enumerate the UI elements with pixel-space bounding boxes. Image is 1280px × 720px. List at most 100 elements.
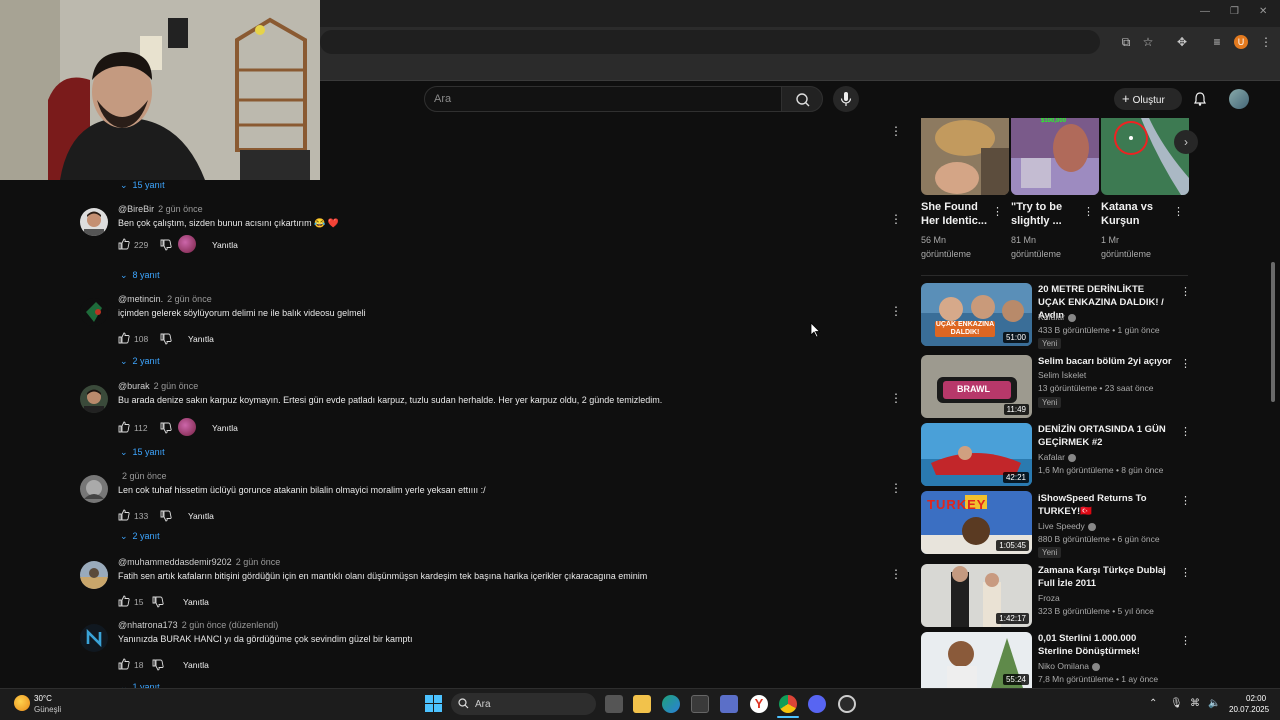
clock-time[interactable]: 02:00 xyxy=(1246,694,1266,703)
microphone-icon[interactable]: 🎙 xyxy=(1170,698,1183,709)
comment-author[interactable]: @muhammeddasdemir9202 2 gün önce xyxy=(118,557,280,567)
commenter-avatar[interactable] xyxy=(80,385,108,413)
video-thumbnail[interactable]: 42:21 xyxy=(921,423,1032,486)
more-options-icon[interactable]: ⋮ xyxy=(1180,566,1191,579)
file-explorer-icon[interactable] xyxy=(633,695,651,713)
more-options-icon[interactable]: ⋮ xyxy=(1180,285,1191,298)
notifications-bell-icon[interactable] xyxy=(1192,91,1208,107)
short-title[interactable]: "Try to be slightly ... xyxy=(1011,200,1081,228)
more-options-icon[interactable]: ⋮ xyxy=(1083,205,1094,218)
video-thumbnail[interactable]: UÇAK ENKAZINA DALDIK! 51:00 xyxy=(921,283,1032,346)
more-options-icon[interactable]: ⋮ xyxy=(1180,634,1191,647)
video-thumbnail[interactable]: BRAWL 11:49 xyxy=(921,355,1032,418)
dislike-icon[interactable] xyxy=(160,510,172,522)
dislike-icon[interactable] xyxy=(160,333,172,345)
more-options-icon[interactable]: ⋮ xyxy=(992,205,1003,218)
like-icon[interactable] xyxy=(118,509,130,521)
account-avatar[interactable] xyxy=(1229,89,1249,109)
page-scrollbar[interactable] xyxy=(1271,262,1275,402)
reply-button[interactable]: Yanıtla xyxy=(188,511,214,521)
short-thumbnail[interactable] xyxy=(921,118,1009,195)
browser-menu-icon[interactable]: ⋮ xyxy=(1258,34,1274,50)
bookmark-star-icon[interactable]: ☆ xyxy=(1140,34,1156,50)
video-title[interactable]: DENİZİN ORTASINDA 1 GÜN GEÇİRMEK #2 xyxy=(1038,423,1173,449)
channel-name[interactable]: Niko Omilana xyxy=(1038,661,1101,671)
more-options-icon[interactable]: ⋮ xyxy=(890,568,902,580)
windows-start-icon[interactable] xyxy=(425,695,442,712)
more-options-icon[interactable]: ⋮ xyxy=(1180,494,1191,507)
dislike-icon[interactable] xyxy=(160,239,172,251)
video-thumbnail[interactable]: 55:24 xyxy=(921,632,1032,688)
commenter-avatar[interactable] xyxy=(80,298,108,326)
like-icon[interactable] xyxy=(118,658,130,670)
comment-author[interactable]: @BireBir 2 gün önce xyxy=(118,204,203,214)
channel-name[interactable]: Selim İskelet xyxy=(1038,370,1086,380)
replies-toggle[interactable]: ⌄ 8 yanıt xyxy=(120,270,160,281)
dislike-icon[interactable] xyxy=(160,422,172,434)
more-options-icon[interactable]: ⋮ xyxy=(1180,425,1191,438)
dislike-icon[interactable] xyxy=(152,596,164,608)
taskbar-search-input[interactable] xyxy=(451,693,596,715)
comment-author[interactable]: @burak 2 gün önce xyxy=(118,381,198,391)
channel-name[interactable]: Kafalar xyxy=(1038,312,1076,322)
cast-icon[interactable]: ⧉ xyxy=(1118,34,1134,50)
more-options-icon[interactable]: ⋮ xyxy=(1173,205,1184,218)
app-icon[interactable] xyxy=(838,695,856,713)
edge-browser-icon[interactable] xyxy=(662,695,680,713)
video-title[interactable]: 0,01 Sterlini 1.000.000 Sterline Dönüştü… xyxy=(1038,632,1173,658)
video-title[interactable]: Selim bacarı bölüm 2yi açıyor xyxy=(1038,355,1173,368)
browser-profile-avatar[interactable]: U xyxy=(1234,35,1248,49)
like-icon[interactable] xyxy=(118,332,130,344)
like-icon[interactable] xyxy=(118,421,130,433)
reply-button[interactable]: Yanıtla xyxy=(183,660,209,670)
more-options-icon[interactable]: ⋮ xyxy=(890,125,902,137)
video-thumbnail[interactable]: TURKEY 1:05:45 xyxy=(921,491,1032,554)
more-options-icon[interactable]: ⋮ xyxy=(890,482,902,494)
channel-name[interactable]: Kafalar xyxy=(1038,452,1076,462)
comment-author[interactable]: 2 gün önce xyxy=(118,471,167,481)
reading-list-icon[interactable]: ≡ xyxy=(1209,34,1225,50)
replies-toggle[interactable]: ⌄ 15 yanıt xyxy=(120,447,165,458)
weather-sun-icon[interactable] xyxy=(14,695,30,711)
reply-button[interactable]: Yanıtla xyxy=(188,334,214,344)
more-options-icon[interactable]: ⋮ xyxy=(890,392,902,404)
extensions-icon[interactable]: ✥ xyxy=(1174,34,1190,50)
video-title[interactable]: Zamana Karşı Türkçe Dublaj Full İzle 201… xyxy=(1038,564,1173,590)
maximize-icon[interactable]: ❐ xyxy=(1230,6,1239,17)
short-title[interactable]: She Found Her Identic... xyxy=(921,200,991,228)
short-thumbnail[interactable]: $100,000 xyxy=(1011,118,1099,195)
volume-icon[interactable]: 🔈 xyxy=(1208,698,1220,709)
task-view-icon[interactable] xyxy=(605,695,623,713)
next-arrow-button[interactable]: › xyxy=(1174,130,1198,154)
more-options-icon[interactable]: ⋮ xyxy=(890,305,902,317)
chevron-up-icon[interactable]: ⌃ xyxy=(1149,698,1157,709)
video-title[interactable]: iShowSpeed Returns To TURKEY!🇹🇷 xyxy=(1038,492,1173,518)
app-icon[interactable] xyxy=(720,695,738,713)
address-bar[interactable] xyxy=(320,30,1100,54)
clock-date[interactable]: 20.07.2025 xyxy=(1229,705,1269,714)
video-thumbnail[interactable]: 1:42:17 xyxy=(921,564,1032,627)
chrome-browser-icon[interactable] xyxy=(779,695,797,713)
close-icon[interactable]: ✕ xyxy=(1259,6,1267,17)
channel-name[interactable]: Froza xyxy=(1038,593,1060,603)
commenter-avatar[interactable] xyxy=(80,561,108,589)
microsoft-store-icon[interactable] xyxy=(691,695,709,713)
channel-name[interactable]: Live Speedy xyxy=(1038,521,1096,531)
commenter-avatar[interactable] xyxy=(80,475,108,503)
minimize-icon[interactable]: — xyxy=(1200,6,1210,17)
search-input[interactable] xyxy=(424,86,782,112)
comment-author[interactable]: @metincin. 2 gün önce xyxy=(118,294,212,304)
like-icon[interactable] xyxy=(118,238,130,250)
reply-button[interactable]: Yanıtla xyxy=(212,240,238,250)
reply-button[interactable]: Yanıtla xyxy=(212,423,238,433)
yandex-browser-icon[interactable]: Y xyxy=(750,695,768,713)
weather-description[interactable]: Güneşli xyxy=(34,705,61,714)
create-button[interactable]: + Oluştur xyxy=(1114,88,1182,110)
voice-search-button[interactable] xyxy=(833,86,859,112)
commenter-avatar[interactable] xyxy=(80,624,108,652)
commenter-avatar[interactable] xyxy=(80,208,108,236)
replies-toggle[interactable]: ⌄ 2 yanıt xyxy=(120,356,160,367)
more-options-icon[interactable]: ⋮ xyxy=(1180,357,1191,370)
comment-author[interactable]: @nhatrona173 2 gün önce (düzenlendi) xyxy=(118,620,278,630)
short-title[interactable]: Katana vs Kurşun xyxy=(1101,200,1171,228)
